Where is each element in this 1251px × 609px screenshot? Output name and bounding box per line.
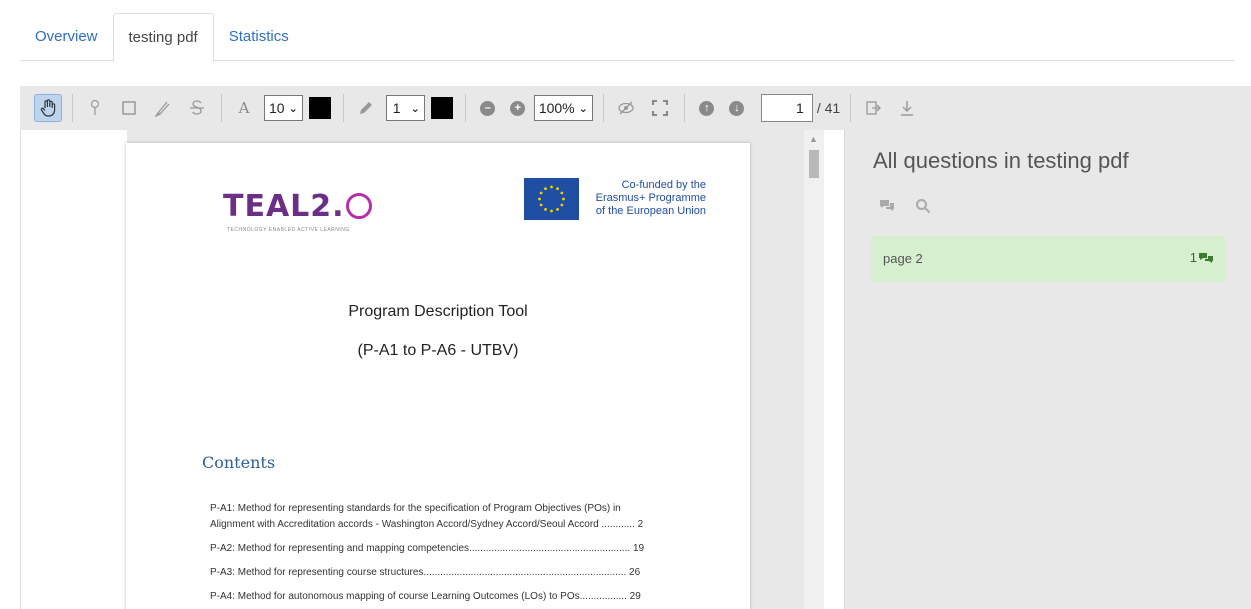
fullscreen-button[interactable] bbox=[646, 94, 674, 122]
plus-circle-icon: + bbox=[510, 100, 526, 116]
panel-actions bbox=[879, 198, 931, 214]
zoom-value: 100% bbox=[538, 100, 575, 116]
eu-text-line: of the European Union bbox=[595, 205, 706, 217]
toc-entry[interactable]: P-A4: Method for autonomous mapping of c… bbox=[210, 589, 686, 605]
teal-logo-text: TEAL2. bbox=[223, 189, 345, 224]
tab-bar: Overview testing pdf Statistics bbox=[20, 13, 1235, 62]
chevron-down-icon: ⌄ bbox=[288, 102, 298, 115]
question-item[interactable]: page 2 1 bbox=[871, 236, 1225, 282]
strikeout-tool-button[interactable] bbox=[183, 94, 211, 122]
scroll-up-icon[interactable]: ▲ bbox=[809, 134, 818, 144]
toc-entry[interactable]: P-A1: Method for representing standards … bbox=[210, 501, 686, 517]
highlight-tool-button[interactable] bbox=[149, 94, 177, 122]
arrow-down-circle-icon: ↓ bbox=[729, 100, 745, 116]
hand-icon bbox=[40, 99, 56, 117]
toolbar-divider bbox=[342, 94, 344, 122]
teal-logo: TEAL2. bbox=[223, 189, 372, 224]
rectangle-tool-button[interactable] bbox=[115, 94, 143, 122]
line-width-value: 1 bbox=[392, 100, 401, 116]
scrollbar-thumb[interactable] bbox=[809, 150, 819, 178]
eu-flag-icon bbox=[524, 178, 579, 220]
download-button[interactable] bbox=[893, 94, 921, 122]
viewer-margin bbox=[21, 130, 127, 609]
square-icon bbox=[122, 101, 136, 115]
chevron-down-icon: ⌄ bbox=[410, 102, 420, 115]
toolbar-divider bbox=[683, 94, 685, 122]
draw-tool-button[interactable] bbox=[352, 94, 380, 122]
question-count-value: 1 bbox=[1189, 250, 1197, 265]
arrow-up-circle-icon: ↑ bbox=[699, 100, 715, 116]
comments-icon bbox=[1199, 252, 1213, 263]
toc-entry[interactable]: P-A3: Method for representing course str… bbox=[210, 565, 686, 581]
export-button[interactable] bbox=[859, 94, 887, 122]
toolbar-divider bbox=[221, 94, 222, 122]
teal-logo-subtitle: TECHNOLOGY ENABLED ACTIVE LEARNING bbox=[227, 227, 350, 233]
text-tool-label: A bbox=[238, 99, 250, 117]
tab-testing-pdf[interactable]: testing pdf bbox=[112, 13, 214, 62]
questions-panel: All questions in testing pdf page 2 1 bbox=[844, 130, 1251, 609]
pin-icon bbox=[90, 99, 100, 115]
tab-overview[interactable]: Overview bbox=[20, 13, 113, 61]
pdf-viewer[interactable]: TEAL2. TECHNOLOGY ENABLED ACTIVE LEARNIN… bbox=[20, 130, 824, 609]
zoom-select[interactable]: 100% ⌄ bbox=[533, 95, 593, 121]
previous-page-button[interactable]: ↑ bbox=[693, 94, 721, 122]
eu-text-line: Erasmus+ Programme bbox=[595, 192, 706, 204]
eu-cofunded-text: Co-funded by the Erasmus+ Programme of t… bbox=[586, 179, 706, 218]
question-page-label: page 2 bbox=[883, 251, 923, 266]
pin-tool-button[interactable] bbox=[81, 94, 109, 122]
hand-tool-button[interactable] bbox=[34, 94, 62, 122]
text-tool-button[interactable]: A bbox=[230, 94, 258, 122]
comments-icon[interactable] bbox=[879, 198, 895, 212]
line-width-select[interactable]: 1 ⌄ bbox=[385, 95, 425, 121]
panel-title: All questions in testing pdf bbox=[873, 148, 1129, 173]
page-number-input[interactable]: 1 bbox=[760, 94, 813, 122]
toolbar-divider bbox=[464, 94, 466, 122]
toc-entry[interactable]: Alignment with Accreditation accords - W… bbox=[210, 517, 686, 533]
document-title: Program Description Tool bbox=[348, 303, 528, 320]
export-icon bbox=[866, 101, 882, 115]
chevron-down-icon: ⌄ bbox=[578, 102, 588, 115]
text-color-swatch[interactable] bbox=[308, 97, 331, 119]
minus-circle-icon: – bbox=[480, 100, 496, 116]
eu-text-line: Co-funded by the bbox=[621, 179, 706, 191]
toolbar-divider bbox=[850, 94, 852, 122]
zoom-out-button[interactable]: – bbox=[474, 94, 502, 122]
pdf-page[interactable]: TEAL2. TECHNOLOGY ENABLED ACTIVE LEARNIN… bbox=[126, 143, 750, 609]
contents-heading: Contents bbox=[202, 453, 276, 472]
strikethrough-icon bbox=[190, 100, 204, 115]
download-icon bbox=[901, 101, 914, 116]
tab-statistics[interactable]: Statistics bbox=[214, 13, 304, 61]
highlighter-icon bbox=[155, 101, 170, 117]
pdf-toolbar: A 10 ⌄ 1 ⌄ – + 100% ⌄ ↑ ↓ 1 / 41 bbox=[20, 86, 1251, 130]
eye-slash-icon bbox=[618, 101, 634, 115]
viewer-scrollbar[interactable]: ▲ bbox=[804, 130, 824, 609]
font-size-value: 10 bbox=[269, 100, 285, 116]
toolbar-divider bbox=[72, 94, 73, 122]
pencil-icon bbox=[359, 102, 372, 114]
document-subtitle: (P-A1 to P-A6 - UTBV) bbox=[357, 342, 519, 359]
zoom-in-button[interactable]: + bbox=[504, 94, 532, 122]
search-icon[interactable] bbox=[915, 198, 931, 214]
question-count: 1 bbox=[1190, 250, 1213, 265]
pen-color-swatch[interactable] bbox=[430, 97, 453, 119]
page-total: / 41 bbox=[816, 100, 841, 116]
teal-logo-circle bbox=[345, 193, 372, 219]
font-size-select[interactable]: 10 ⌄ bbox=[264, 95, 303, 121]
expand-icon bbox=[651, 100, 668, 116]
toolbar-divider bbox=[602, 94, 604, 122]
toc-entry[interactable]: P-A2: Method for representing and mappin… bbox=[210, 541, 686, 557]
toggle-annotations-button[interactable] bbox=[612, 94, 640, 122]
next-page-button[interactable]: ↓ bbox=[723, 94, 751, 122]
